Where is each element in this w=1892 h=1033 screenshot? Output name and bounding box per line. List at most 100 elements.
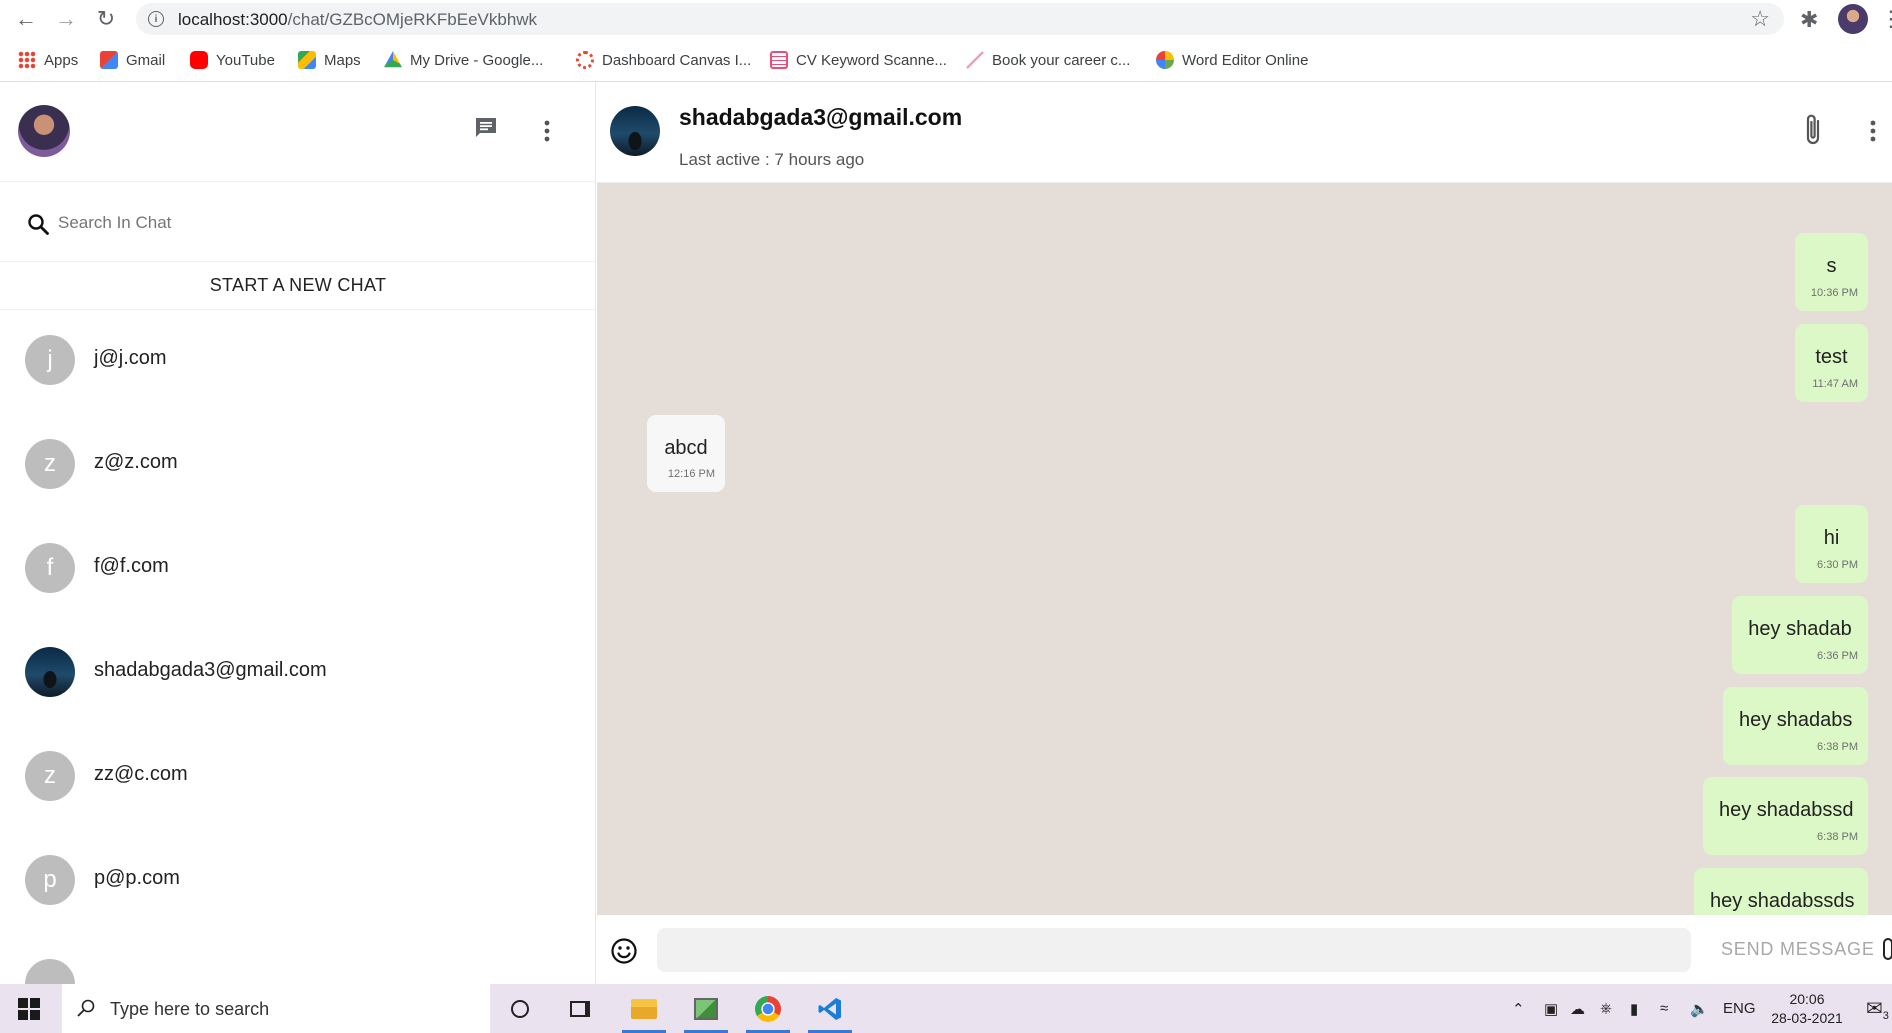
message-text: hey shadabssd	[1719, 799, 1854, 821]
contact-avatar-photo	[25, 647, 75, 697]
contact-name: zz@c.com	[94, 763, 188, 785]
cortana-icon[interactable]	[492, 984, 548, 1033]
url-text[interactable]: localhost:3000/chat/GZBcOMjeRKFbEeVkbhwk	[178, 10, 537, 30]
bookmark-book-career[interactable]: Book your career c...	[966, 48, 1130, 72]
message-time: 12:16 PM	[667, 468, 715, 480]
peer-avatar[interactable]	[610, 106, 660, 156]
user-avatar[interactable]	[18, 105, 70, 157]
message-bubble-sent: hey shadab 6:36 PM	[1732, 596, 1868, 674]
contact-name: j@j.com	[94, 347, 167, 369]
tray-sync-icon[interactable]: ⎈	[1600, 1000, 1612, 1017]
forward-arrow-icon[interactable]: →	[52, 5, 80, 33]
url-host: localhost:3000	[178, 10, 288, 29]
message-time: 10:36 PM	[1810, 287, 1858, 299]
browser-profile-avatar[interactable]	[1838, 4, 1868, 34]
contact-item[interactable]: z z@z.com	[0, 414, 595, 518]
chrome-icon[interactable]	[740, 984, 796, 1033]
attach-file-icon[interactable]	[1802, 112, 1826, 148]
bookmark-dashboard-canvas[interactable]: Dashboard Canvas I...	[576, 48, 751, 72]
contact-avatar	[25, 959, 75, 984]
message-list[interactable]: s 10:36 PM test 11:47 AM abcd 12:16 PM h…	[597, 183, 1892, 915]
search-input[interactable]	[58, 208, 558, 238]
bookmark-cv-keyword-scanner[interactable]: CV Keyword Scanne...	[770, 48, 947, 72]
taskbar-search-box[interactable]: Type here to search	[62, 984, 490, 1033]
emoji-icon[interactable]	[610, 937, 638, 965]
bookmark-label: Gmail	[126, 51, 166, 69]
message-bubble-sent: test 11:47 AM	[1795, 324, 1868, 402]
url-path: /chat/GZBcOMjeRKFbEeVkbhwk	[287, 10, 538, 29]
bookmark-gmail[interactable]: Gmail	[100, 48, 165, 72]
message-bubble-sent: s 10:36 PM	[1795, 233, 1868, 311]
career-icon	[966, 51, 984, 69]
chat-menu-icon[interactable]	[1865, 116, 1881, 146]
message-text: s	[1826, 255, 1837, 277]
contact-avatar: z	[25, 751, 75, 801]
tray-chevron-icon[interactable]: ⌃	[1512, 1000, 1525, 1018]
message-text: test	[1815, 346, 1848, 368]
contact-item[interactable]: z zz@c.com	[0, 726, 595, 830]
vscode-icon[interactable]	[802, 984, 858, 1033]
contact-avatar: p	[25, 855, 75, 905]
onedrive-cloud-icon[interactable]: ☁	[1570, 1000, 1585, 1018]
contact-item[interactable]: p p@p.com	[0, 830, 595, 934]
new-chat-icon[interactable]	[472, 116, 500, 140]
back-arrow-icon[interactable]: ←	[12, 5, 40, 33]
bookmark-star-icon[interactable]: ☆	[1750, 6, 1770, 32]
language-indicator[interactable]: ENG	[1723, 1000, 1756, 1017]
bookmark-maps[interactable]: Maps	[298, 48, 361, 72]
send-message-button[interactable]: SEND MESSAGE	[1721, 939, 1875, 960]
extensions-puzzle-icon[interactable]: ✱	[1800, 7, 1818, 33]
bookmark-my-drive[interactable]: My Drive - Google...	[384, 48, 543, 72]
maps-icon	[298, 51, 316, 69]
message-input[interactable]	[657, 928, 1691, 972]
reload-icon[interactable]: ↻	[92, 5, 120, 33]
message-time: 6:36 PM	[1817, 650, 1858, 662]
contact-item[interactable]: shadabgada3@gmail.com	[0, 622, 595, 726]
volume-icon[interactable]: 🔈	[1690, 1000, 1709, 1018]
message-text: hey shadabssds	[1710, 890, 1855, 912]
battery-icon[interactable]: ▮	[1630, 1000, 1638, 1018]
sidebar-menu-icon[interactable]	[537, 116, 557, 146]
contact-item-partial[interactable]	[0, 934, 595, 984]
taskbar-clock[interactable]: 20:06 28-03-2021	[1752, 990, 1862, 1028]
google-drive-icon	[384, 51, 402, 68]
message-bubble-sent: hi 6:30 PM	[1795, 505, 1868, 583]
notification-center-icon[interactable]: ✉3	[1866, 996, 1889, 1022]
bookmark-label: YouTube	[216, 51, 275, 69]
bookmark-youtube[interactable]: YouTube	[190, 48, 275, 72]
message-text: hi	[1823, 527, 1840, 549]
image-editor-icon[interactable]	[678, 984, 734, 1033]
bookmark-label: Book your career c...	[992, 51, 1131, 69]
windows-start-icon[interactable]	[18, 998, 40, 1020]
message-bubble-sent: hey shadabssd 6:38 PM	[1703, 777, 1868, 855]
canvas-icon	[576, 51, 594, 69]
task-view-icon[interactable]	[552, 984, 608, 1033]
contact-avatar: j	[25, 335, 75, 385]
site-info-icon[interactable]: i	[148, 11, 164, 27]
youtube-icon	[190, 51, 208, 69]
browser-toolbar: ← → ↻ i localhost:3000/chat/GZBcOMjeRKFb…	[0, 0, 1892, 38]
start-new-chat-button[interactable]: START A NEW CHAT	[0, 262, 595, 310]
contact-item[interactable]: j j@j.com	[0, 310, 595, 414]
apps-grid-icon	[18, 51, 36, 69]
notification-count: 3	[1882, 1010, 1889, 1022]
tray-device-icon[interactable]: ▣	[1544, 1000, 1558, 1018]
taskbar-search-icon	[77, 999, 95, 1017]
contact-item[interactable]: f f@f.com	[0, 518, 595, 622]
windows-taskbar: Type here to search ⌃ ▣ ☁ ⎈ ▮ ≈ 🔈 ENG 20…	[0, 984, 1892, 1033]
bookmark-label: Maps	[324, 51, 361, 69]
message-composer: SEND MESSAGE	[597, 915, 1892, 984]
wifi-icon[interactable]: ≈	[1660, 1000, 1668, 1017]
file-explorer-icon[interactable]	[616, 984, 672, 1033]
microphone-icon[interactable]	[1883, 938, 1892, 960]
address-bar[interactable]: i localhost:3000/chat/GZBcOMjeRKFbEeVkbh…	[136, 3, 1784, 35]
bookmark-label: Apps	[44, 51, 79, 69]
chat-sidebar: START A NEW CHAT j j@j.com z z@z.com f f…	[0, 82, 596, 984]
taskbar-search-placeholder: Type here to search	[110, 999, 270, 1019]
bookmark-label: CV Keyword Scanne...	[796, 51, 947, 69]
message-time: 6:30 PM	[1817, 559, 1858, 571]
browser-menu-icon[interactable]: ⋮	[1880, 6, 1892, 32]
clock-time: 20:06	[1789, 991, 1825, 1007]
bookmark-word-editor[interactable]: Word Editor Online	[1156, 48, 1308, 72]
bookmark-apps[interactable]: Apps	[18, 48, 78, 72]
